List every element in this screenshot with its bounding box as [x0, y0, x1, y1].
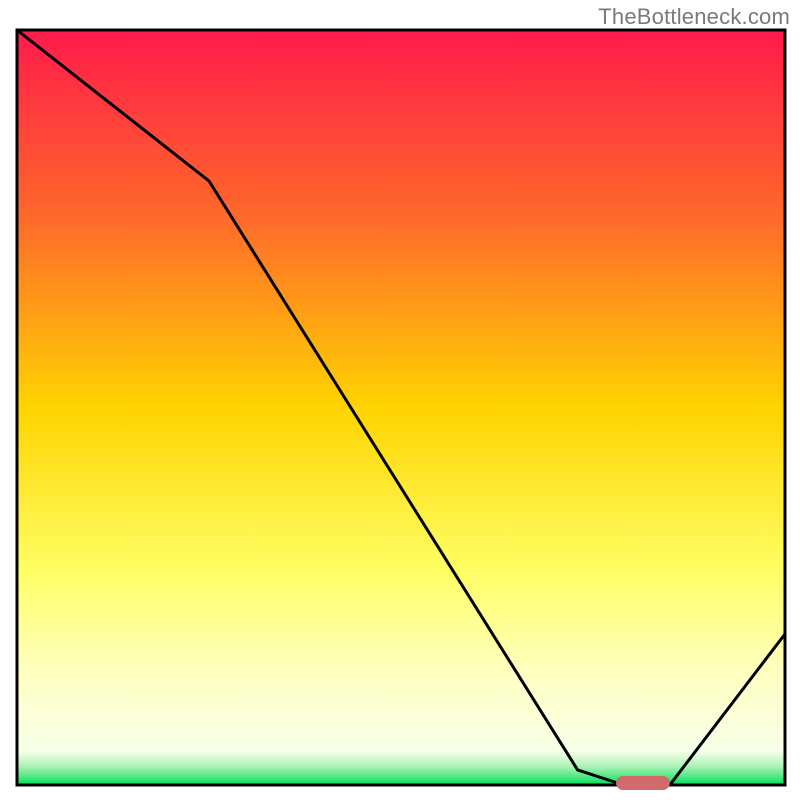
plot-area	[17, 30, 785, 790]
optimum-marker	[616, 776, 670, 790]
watermark-text: TheBottleneck.com	[598, 4, 790, 30]
chart-container: TheBottleneck.com	[0, 0, 800, 800]
bottleneck-chart	[0, 0, 800, 800]
gradient-background	[17, 30, 785, 785]
